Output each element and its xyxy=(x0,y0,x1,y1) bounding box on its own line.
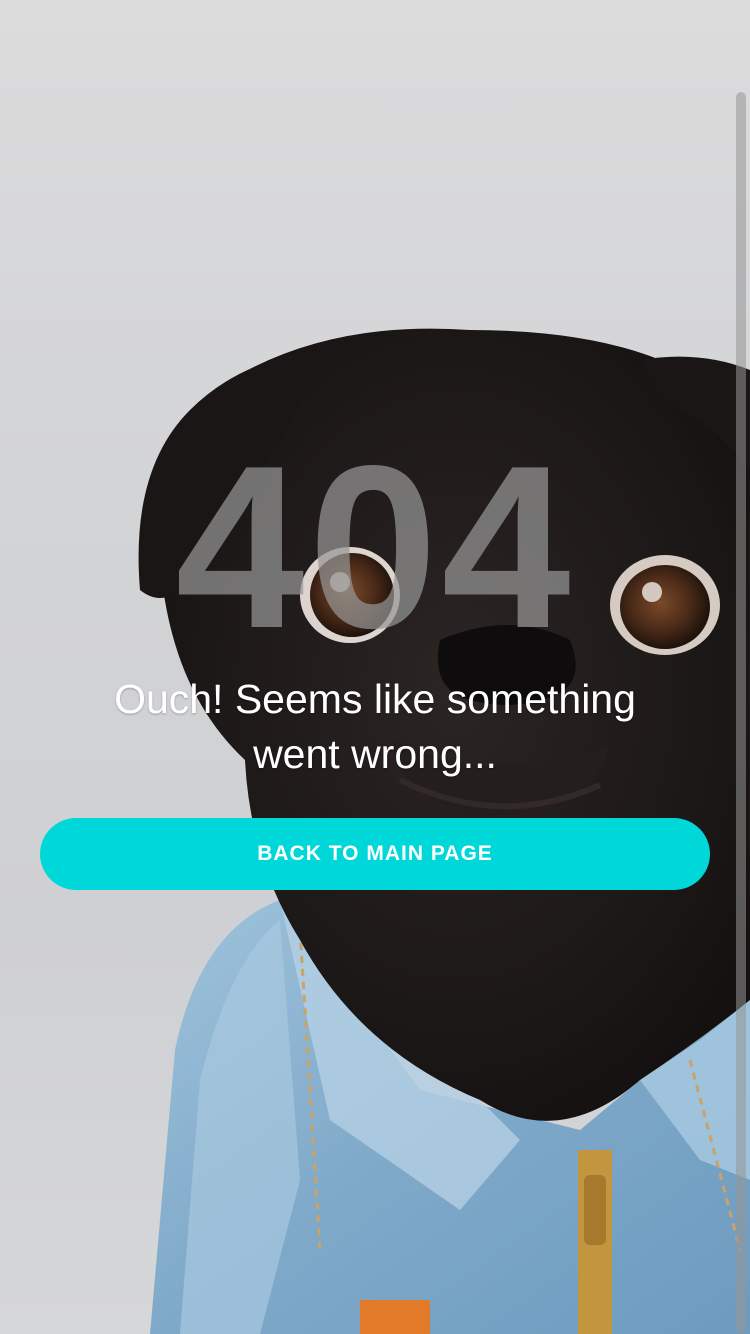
error-message: Ouch! Seems like something went wrong... xyxy=(114,676,636,777)
error-code: 404 xyxy=(175,418,575,677)
back-to-main-page-button[interactable]: BACK TO MAIN PAGE xyxy=(40,818,710,890)
scrollbar[interactable] xyxy=(736,92,746,1334)
error-screen: 404 Ouch! Seems like something went wron… xyxy=(0,0,750,1334)
